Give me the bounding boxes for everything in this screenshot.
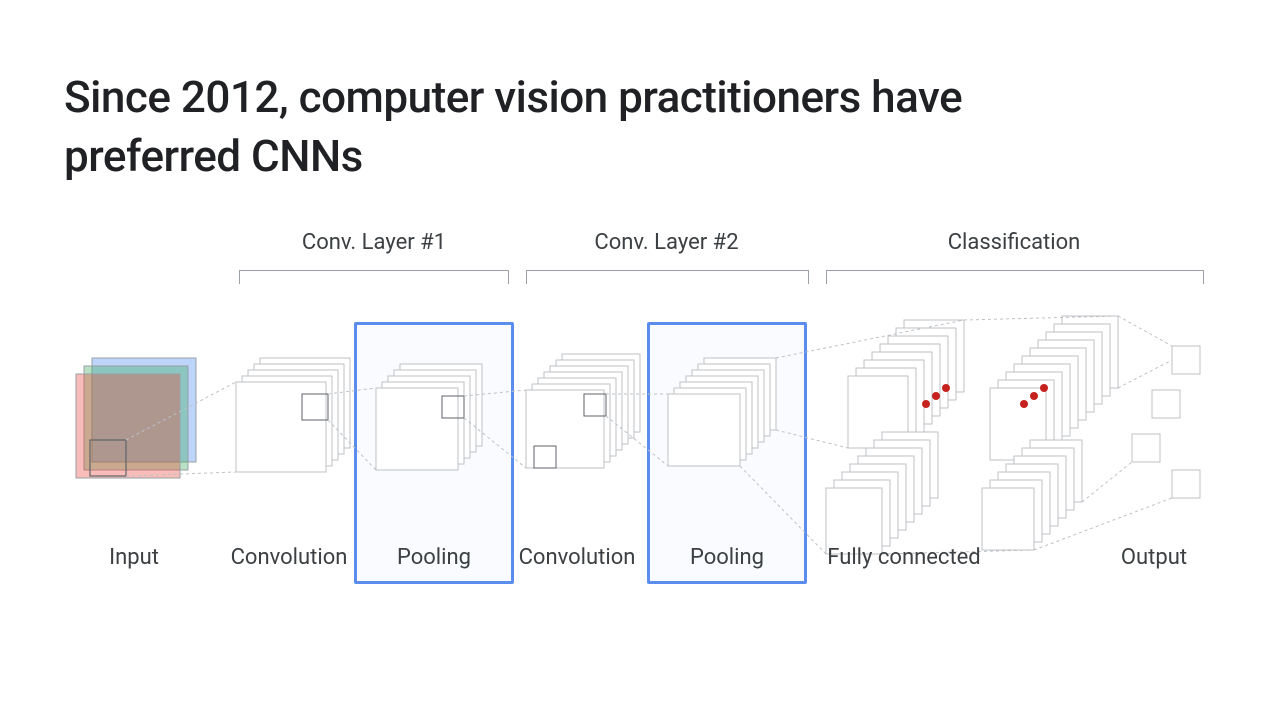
cnn-diagram: Conv. Layer #1 Conv. Layer #2 Classifica… <box>64 230 1216 630</box>
section-conv2-label: Conv. Layer #2 <box>524 230 809 255</box>
stage-output: Output <box>1104 545 1204 570</box>
stage-input: Input <box>84 545 184 570</box>
pool2-block <box>668 358 776 466</box>
stage-conv1: Convolution <box>224 545 354 570</box>
pool1-block <box>376 364 482 470</box>
fc-block <box>826 316 1118 554</box>
section-conv1-label: Conv. Layer #1 <box>239 230 509 255</box>
stage-pool1: Pooling <box>364 545 504 570</box>
output-block <box>1132 346 1200 498</box>
bracket-conv2 <box>526 270 809 284</box>
input-block <box>76 358 196 478</box>
slide-title: Since 2012, computer vision practitioner… <box>64 68 964 187</box>
bracket-conv1 <box>239 270 509 284</box>
conv1-block <box>236 358 350 472</box>
bracket-classification <box>826 270 1204 284</box>
conv2-block <box>526 354 640 468</box>
stage-pool2: Pooling <box>657 545 797 570</box>
section-classification-label: Classification <box>824 230 1204 255</box>
stage-conv2: Convolution <box>512 545 642 570</box>
stage-fc: Fully connected <box>819 545 989 570</box>
